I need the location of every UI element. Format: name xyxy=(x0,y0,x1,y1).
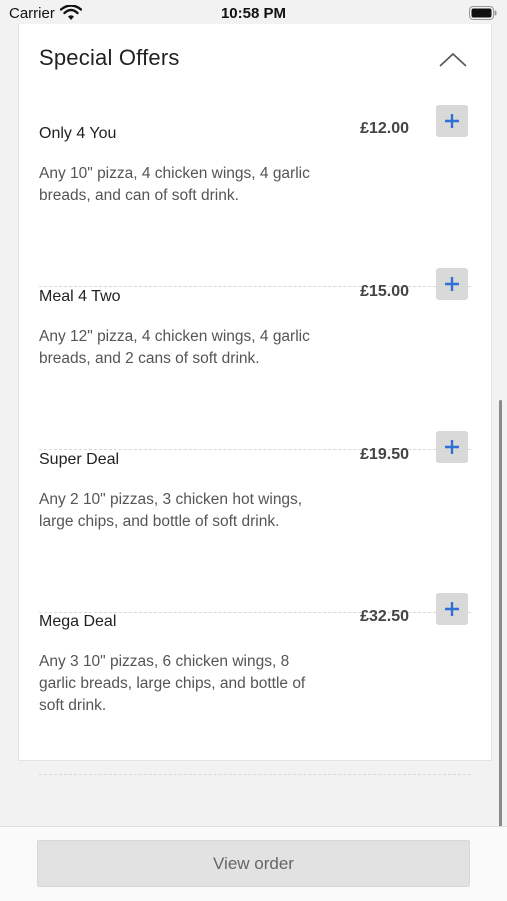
special-offers-card: Special Offers Only 4 You £12.00 Any 10"… xyxy=(18,24,492,775)
add-offer-button[interactable] xyxy=(436,431,468,463)
plus-icon xyxy=(445,114,459,128)
add-offer-button[interactable] xyxy=(436,593,468,625)
offer-price: £12.00 xyxy=(360,120,409,137)
offer-price: £32.50 xyxy=(360,608,409,625)
add-offer-button[interactable] xyxy=(436,268,468,300)
view-order-button[interactable]: View order xyxy=(37,840,470,887)
offer-item: Mega Deal £32.50 Any 3 10" pizzas, 6 chi… xyxy=(39,593,471,775)
section-title: Special Offers xyxy=(39,45,180,70)
offer-name: Super Deal xyxy=(39,451,120,468)
offer-name: Meal 4 Two xyxy=(39,288,121,305)
plus-icon xyxy=(445,602,459,616)
plus-icon xyxy=(445,440,459,454)
offer-item: Meal 4 Two £15.00 Any 12" pizza, 4 chick… xyxy=(39,268,471,450)
offer-description: Any 2 10" pizzas, 3 chicken hot wings, l… xyxy=(39,491,303,530)
offer-item: Only 4 You £12.00 Any 10" pizza, 4 chick… xyxy=(39,105,471,287)
battery-icon xyxy=(469,6,497,20)
add-offer-button[interactable] xyxy=(436,105,468,137)
offer-price: £19.50 xyxy=(360,446,409,463)
footer-bar: View order xyxy=(0,826,507,901)
offer-name: Only 4 You xyxy=(39,125,117,142)
offer-item: Super Deal £19.50 Any 2 10" pizzas, 3 ch… xyxy=(39,431,471,613)
offer-price: £15.00 xyxy=(360,283,409,300)
scrollbar[interactable] xyxy=(499,400,502,895)
clock-time: 10:58 PM xyxy=(220,5,287,22)
offer-description: Any 10" pizza, 4 chicken wings, 4 garlic… xyxy=(39,165,310,204)
offer-name: Mega Deal xyxy=(39,613,117,630)
offer-description: Any 3 10" pizzas, 6 chicken wings, 8 gar… xyxy=(39,653,306,714)
plus-icon xyxy=(445,277,459,291)
offer-description: Any 12" pizza, 4 chicken wings, 4 garlic… xyxy=(39,328,310,367)
chevron-up-icon[interactable] xyxy=(437,50,469,70)
item-divider xyxy=(39,774,471,775)
